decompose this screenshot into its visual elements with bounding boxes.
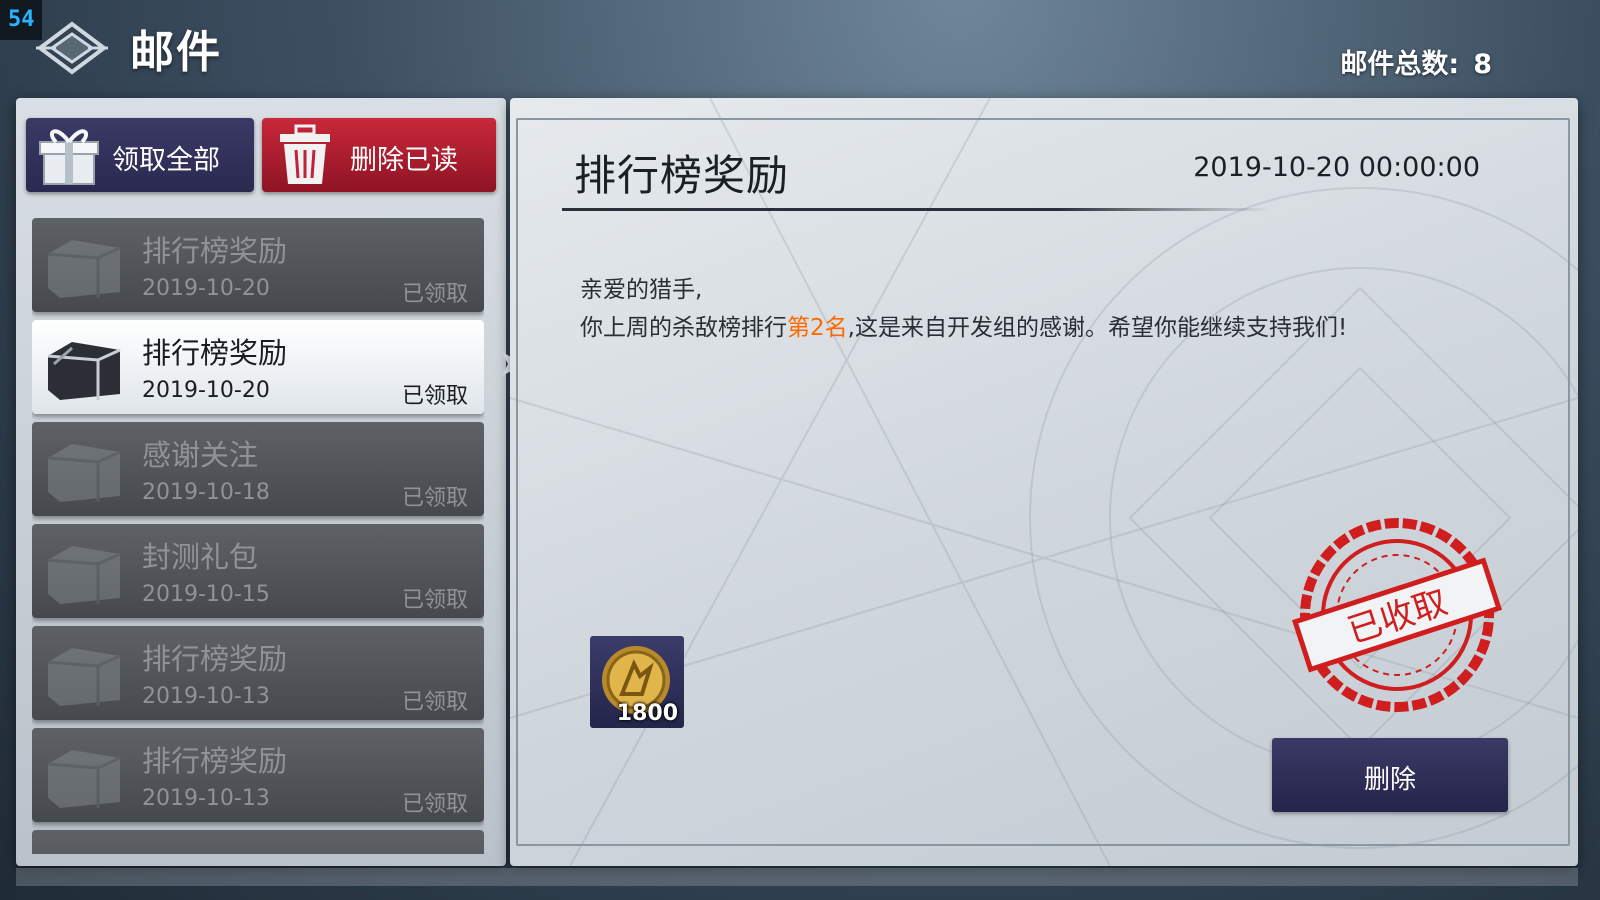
page-title: 邮件 xyxy=(130,27,222,78)
mail-status: 已领取 xyxy=(401,384,468,409)
mail-list-panel: 领取全部 删除已读 排行榜奖励 2019-10-20 已领取 排行榜奖励 201… xyxy=(16,98,506,866)
mail-box-icon xyxy=(47,546,121,604)
mail-date: 2019-10-20 xyxy=(142,276,270,301)
mail-box-icon xyxy=(47,240,121,298)
mail-status: 已领取 xyxy=(401,282,468,307)
mail-item[interactable]: 排行榜奖励 2019-10-13 已领取 xyxy=(32,728,484,822)
rank-highlight: 第2名 xyxy=(787,315,848,341)
app-logo-icon xyxy=(36,21,108,75)
mail-title: 排行榜奖励 xyxy=(142,234,288,268)
mail-total-count: 8 xyxy=(1473,49,1492,80)
mail-total-label: 邮件总数: xyxy=(1340,49,1460,80)
mail-status: 已领取 xyxy=(401,486,468,511)
mail-status: 已领取 xyxy=(401,690,468,715)
mail-title: 排行榜奖励 xyxy=(142,642,288,676)
mail-list: 排行榜奖励 2019-10-20 已领取 排行榜奖励 2019-10-20 已领… xyxy=(32,218,484,854)
mail-title: 感谢关注 xyxy=(142,438,259,472)
attachment-item[interactable]: 1800 xyxy=(590,636,684,728)
detail-title: 排行榜奖励 xyxy=(574,151,790,200)
mail-greeting: 亲爱的猎手, xyxy=(580,277,703,303)
mail-status: 已领取 xyxy=(401,588,468,613)
detail-frame xyxy=(516,118,1570,846)
mail-date: 2019-10-15 xyxy=(142,582,270,607)
mail-date: 2019-10-20 xyxy=(142,378,270,403)
mail-date: 2019-10-13 xyxy=(142,684,270,709)
delete-mail-button[interactable]: 删除 xyxy=(1272,738,1508,812)
trash-can-icon xyxy=(280,124,330,184)
delete-mail-label: 删除 xyxy=(1363,765,1416,795)
mail-box-icon xyxy=(47,342,121,400)
mail-status: 已领取 xyxy=(401,792,468,817)
mail-item[interactable]: 排行榜奖励 2019-10-20 已领取 xyxy=(32,218,484,312)
mail-total: 邮件总数: 8 xyxy=(1340,42,1492,81)
mail-box-icon xyxy=(47,648,121,706)
mail-body: 你上周的杀敌榜排行第2名,这是来自开发组的感谢。希望你能继续支持我们! xyxy=(580,308,1347,342)
mail-date: 2019-10-18 xyxy=(142,480,270,505)
mail-detail-panel: 排行榜奖励 2019-10-20 00:00:00 亲爱的猎手, 你上周的杀敌榜… xyxy=(510,98,1578,866)
mail-item[interactable]: 排行榜奖励 2019-10-13 已领取 xyxy=(32,626,484,720)
mail-item[interactable]: 封测礼包 2019-10-15 已领取 xyxy=(32,524,484,618)
delete-read-label: 删除已读 xyxy=(350,145,458,176)
mail-title: 排行榜奖励 xyxy=(142,336,288,370)
mail-box-icon xyxy=(47,444,121,502)
mail-body-part: 你上周的杀敌榜排行 xyxy=(580,315,787,341)
mail-item[interactable]: 感谢关注 2019-10-18 已领取 xyxy=(32,422,484,516)
mail-body-part: ,这是来自开发组的感谢。希望你能继续支持我们! xyxy=(847,315,1348,341)
attachment-quantity: 1800 xyxy=(616,701,678,726)
bottom-edge xyxy=(16,868,1578,886)
gift-box-icon xyxy=(39,129,99,185)
mail-item-partial[interactable] xyxy=(32,830,484,854)
mail-date: 2019-10-13 xyxy=(142,786,270,811)
mail-title: 排行榜奖励 xyxy=(142,744,288,778)
mail-title: 封测礼包 xyxy=(142,540,259,574)
claim-all-label: 领取全部 xyxy=(112,145,220,176)
claim-all-button[interactable]: 领取全部 xyxy=(26,118,254,192)
delete-read-button[interactable]: 删除已读 xyxy=(262,118,496,192)
received-stamp-icon: 已收取 xyxy=(1292,518,1502,712)
mail-item-selected[interactable]: 排行榜奖励 2019-10-20 已领取 xyxy=(32,320,484,414)
title-divider xyxy=(562,208,1272,211)
mail-box-icon xyxy=(47,750,121,808)
detail-datetime: 2019-10-20 00:00:00 xyxy=(1193,152,1480,183)
